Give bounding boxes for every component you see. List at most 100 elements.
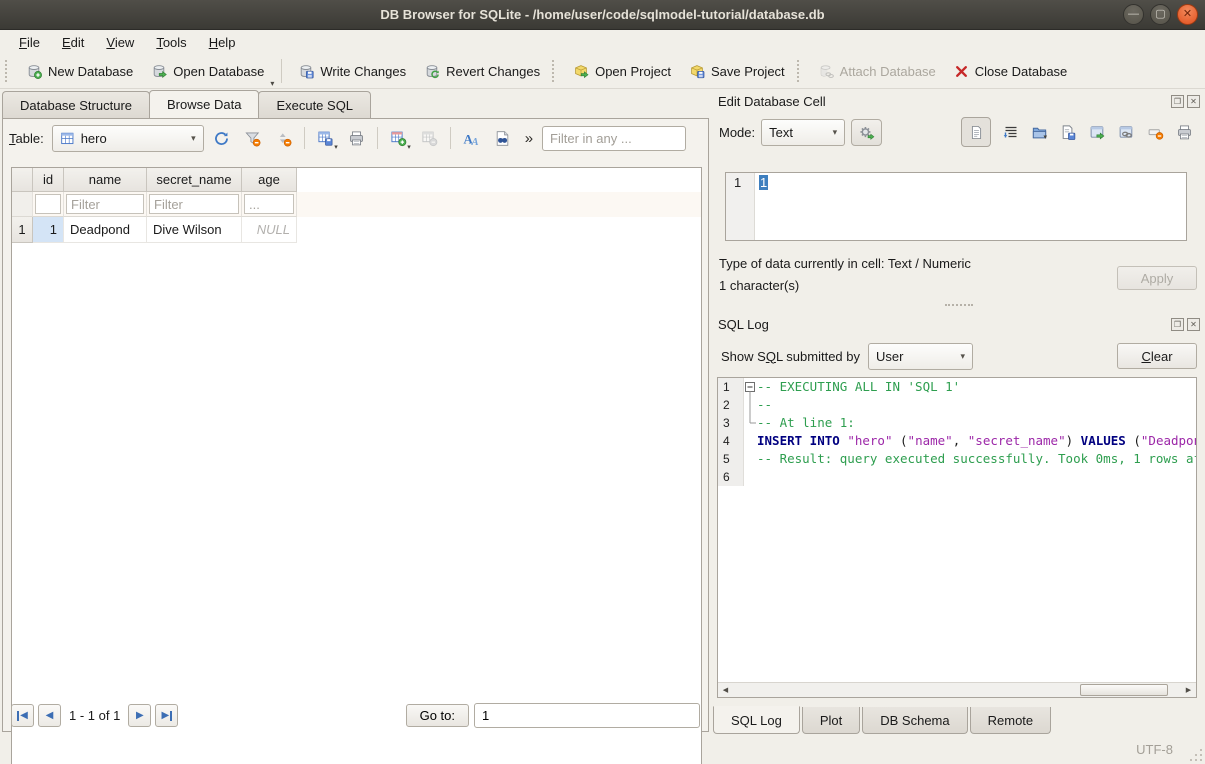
- export-table-button[interactable]: ▾: [312, 125, 339, 151]
- cell-name[interactable]: Deadpond: [64, 217, 147, 243]
- menu-help[interactable]: Help: [198, 33, 247, 52]
- grid-header-row: id name secret_name age: [12, 168, 701, 192]
- scrollbar-thumb[interactable]: [1080, 684, 1168, 696]
- filter-input-secret-name[interactable]: [149, 194, 239, 214]
- column-header-age[interactable]: age: [242, 168, 297, 192]
- encoding-label: UTF-8: [1136, 742, 1173, 757]
- new-database-button[interactable]: New Database: [17, 58, 142, 84]
- mode-select[interactable]: Text ▾: [761, 119, 845, 146]
- data-grid: id name secret_name age 1 1 Deadpond Div…: [11, 167, 702, 764]
- window-controls: — ▢ ✕: [1123, 4, 1198, 25]
- cell-editor[interactable]: 1 1: [725, 172, 1187, 241]
- cell-id[interactable]: 1: [33, 217, 64, 243]
- cell-secret-name[interactable]: Dive Wilson: [147, 217, 242, 243]
- open-project-button[interactable]: Open Project: [564, 58, 680, 84]
- chevron-down-icon: ▾: [1043, 133, 1047, 141]
- toolbar-drag-handle[interactable]: [5, 60, 12, 82]
- clear-log-button[interactable]: Clear: [1117, 343, 1197, 369]
- menu-edit[interactable]: Edit: [51, 33, 95, 52]
- cell-age[interactable]: NULL: [242, 217, 297, 243]
- sql-log-view[interactable]: 1-- EXECUTING ALL IN 'SQL 1'2--3-- At li…: [717, 377, 1197, 698]
- corner-header[interactable]: [12, 168, 33, 192]
- find-in-table-button[interactable]: [489, 125, 516, 151]
- revert-changes-button[interactable]: Revert Changes: [415, 58, 549, 84]
- row-header[interactable]: 1: [12, 217, 33, 243]
- dock-tab-plot[interactable]: Plot: [802, 707, 860, 734]
- pagination-bar: ◀ ◀ 1 - 1 of 1 ▶ ▶ Go to:: [3, 700, 708, 731]
- filter-input-name[interactable]: [66, 194, 144, 214]
- dock-close-icon[interactable]: ✕: [1187, 95, 1200, 108]
- close-database-button[interactable]: Close Database: [945, 59, 1077, 84]
- chevron-down-icon: ▾: [191, 133, 196, 144]
- close-icon[interactable]: ✕: [1177, 4, 1198, 25]
- last-page-button[interactable]: ▶: [155, 704, 178, 727]
- edit-display-format-button[interactable]: AA: [458, 125, 485, 151]
- refresh-button[interactable]: [208, 125, 235, 151]
- open-database-dropdown-icon[interactable]: ▾: [270, 79, 274, 88]
- chevron-down-icon: ▾: [334, 143, 338, 151]
- goto-input[interactable]: [474, 703, 700, 728]
- cell-editor-icons: ▾: [961, 117, 1199, 147]
- new-record-button[interactable]: ▾: [385, 125, 412, 151]
- horizontal-scrollbar[interactable]: ◀ ▶: [718, 682, 1196, 697]
- filter-input-age[interactable]: [244, 194, 294, 214]
- column-header-id[interactable]: id: [33, 168, 64, 192]
- word-wrap-icon[interactable]: [1003, 124, 1019, 140]
- clear-filters-button[interactable]: [239, 125, 266, 151]
- filter-input-id[interactable]: [35, 194, 61, 214]
- scroll-left-icon[interactable]: ◀: [718, 683, 733, 697]
- dock-float-icon[interactable]: ❐: [1171, 95, 1184, 108]
- print-button[interactable]: [343, 125, 370, 151]
- text-mode-toggle[interactable]: [961, 117, 991, 147]
- cell-char-count: 1 character(s): [719, 275, 971, 297]
- tab-database-structure[interactable]: Database Structure: [2, 91, 150, 118]
- show-sql-select[interactable]: User ▾: [868, 343, 973, 370]
- import-data-icon[interactable]: ▾: [1031, 124, 1048, 141]
- open-database-button[interactable]: Open Database: [142, 58, 273, 84]
- editor-content[interactable]: 1: [759, 175, 768, 190]
- toolbar-separator: [281, 59, 282, 83]
- menu-view[interactable]: View: [95, 33, 145, 52]
- dock-tab-bar: SQL Log Plot DB Schema Remote: [713, 707, 1053, 734]
- maximize-icon[interactable]: ▢: [1150, 4, 1171, 25]
- gear-icon: [858, 124, 875, 141]
- column-header-name[interactable]: name: [64, 168, 147, 192]
- resize-grip-icon[interactable]: [1189, 748, 1202, 761]
- scroll-right-icon[interactable]: ▶: [1181, 683, 1196, 697]
- first-page-button[interactable]: ◀: [11, 704, 34, 727]
- next-page-button[interactable]: ▶: [128, 704, 151, 727]
- sql-log-controls: Show SQL submitted by User ▾ Clear: [713, 340, 1205, 372]
- previous-page-button[interactable]: ◀: [38, 704, 61, 727]
- dock-tab-sql-log[interactable]: SQL Log: [713, 706, 800, 734]
- sql-log-title: SQL Log: [718, 317, 1168, 332]
- dock-close-icon[interactable]: ✕: [1187, 318, 1200, 331]
- dock-splitter-handle[interactable]: [945, 304, 973, 308]
- export-data-icon[interactable]: [1060, 124, 1077, 141]
- dock-tab-db-schema[interactable]: DB Schema: [862, 707, 967, 734]
- menu-tools[interactable]: Tools: [145, 33, 197, 52]
- toolbar-drag-handle[interactable]: [797, 60, 804, 82]
- toolbar-overflow-icon[interactable]: »: [520, 130, 538, 147]
- print-cell-icon[interactable]: [1176, 124, 1193, 141]
- set-null-icon[interactable]: [1147, 124, 1164, 141]
- auto-apply-button[interactable]: [851, 119, 882, 146]
- dock-tab-remote[interactable]: Remote: [970, 707, 1052, 734]
- menu-file[interactable]: File: [8, 33, 51, 52]
- link-icon[interactable]: [1118, 124, 1135, 141]
- table-label: Table:: [9, 131, 44, 146]
- column-header-secret-name[interactable]: secret_name: [147, 168, 242, 192]
- filter-corner: [12, 192, 33, 217]
- minimize-icon[interactable]: —: [1123, 4, 1144, 25]
- dock-float-icon[interactable]: ❐: [1171, 318, 1184, 331]
- tab-browse-data[interactable]: Browse Data: [149, 90, 259, 118]
- table-select[interactable]: hero ▾: [52, 125, 204, 152]
- open-in-editor-icon[interactable]: [1089, 124, 1106, 141]
- write-changes-button[interactable]: Write Changes: [289, 58, 415, 84]
- save-project-button[interactable]: Save Project: [680, 58, 794, 84]
- tab-execute-sql[interactable]: Execute SQL: [258, 91, 371, 118]
- delete-record-button: [416, 125, 443, 151]
- goto-button[interactable]: Go to:: [406, 704, 469, 727]
- toolbar-drag-handle[interactable]: [552, 60, 559, 82]
- clear-sorting-button[interactable]: [270, 125, 297, 151]
- filter-any-input[interactable]: [542, 126, 686, 151]
